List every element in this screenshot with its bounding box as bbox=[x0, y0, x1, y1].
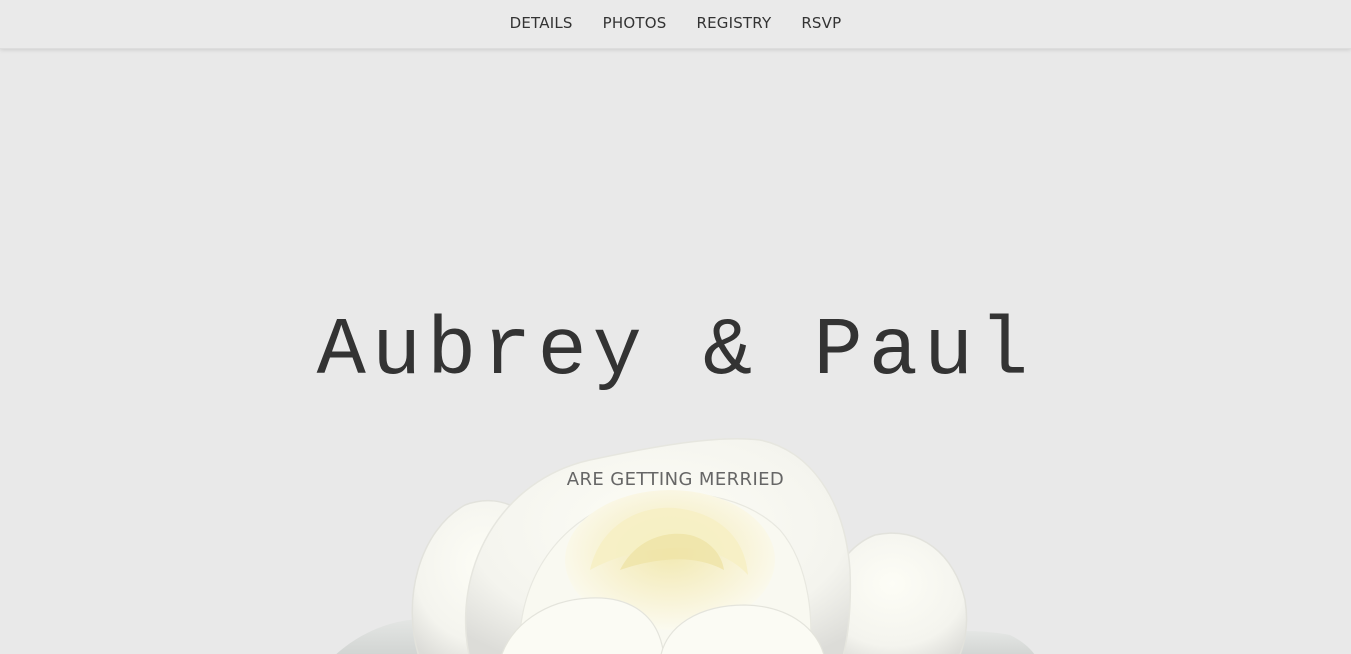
couple-names-title: Aubrey & Paul bbox=[316, 305, 1035, 398]
nav-menu: DETAILS PHOTOS REGISTRY RSVP bbox=[0, 0, 1351, 46]
tagline: ARE GETTING MERRIED bbox=[566, 469, 785, 490]
nav-item-photos: PHOTOS bbox=[588, 14, 682, 32]
nav-link-registry[interactable]: REGISTRY bbox=[696, 14, 771, 32]
white-rose-image bbox=[336, 437, 1035, 654]
nav-link-photos[interactable]: PHOTOS bbox=[603, 14, 667, 32]
nav-item-rsvp: RSVP bbox=[786, 14, 856, 32]
nav-item-details: DETAILS bbox=[495, 14, 588, 32]
page: DETAILS PHOTOS REGISTRY RSVP Aubrey & Pa… bbox=[0, 0, 1351, 654]
nav-link-details[interactable]: DETAILS bbox=[510, 14, 573, 32]
top-navbar: DETAILS PHOTOS REGISTRY RSVP bbox=[0, 0, 1351, 49]
nav-link-rsvp[interactable]: RSVP bbox=[801, 14, 841, 32]
nav-item-registry: REGISTRY bbox=[681, 14, 786, 32]
